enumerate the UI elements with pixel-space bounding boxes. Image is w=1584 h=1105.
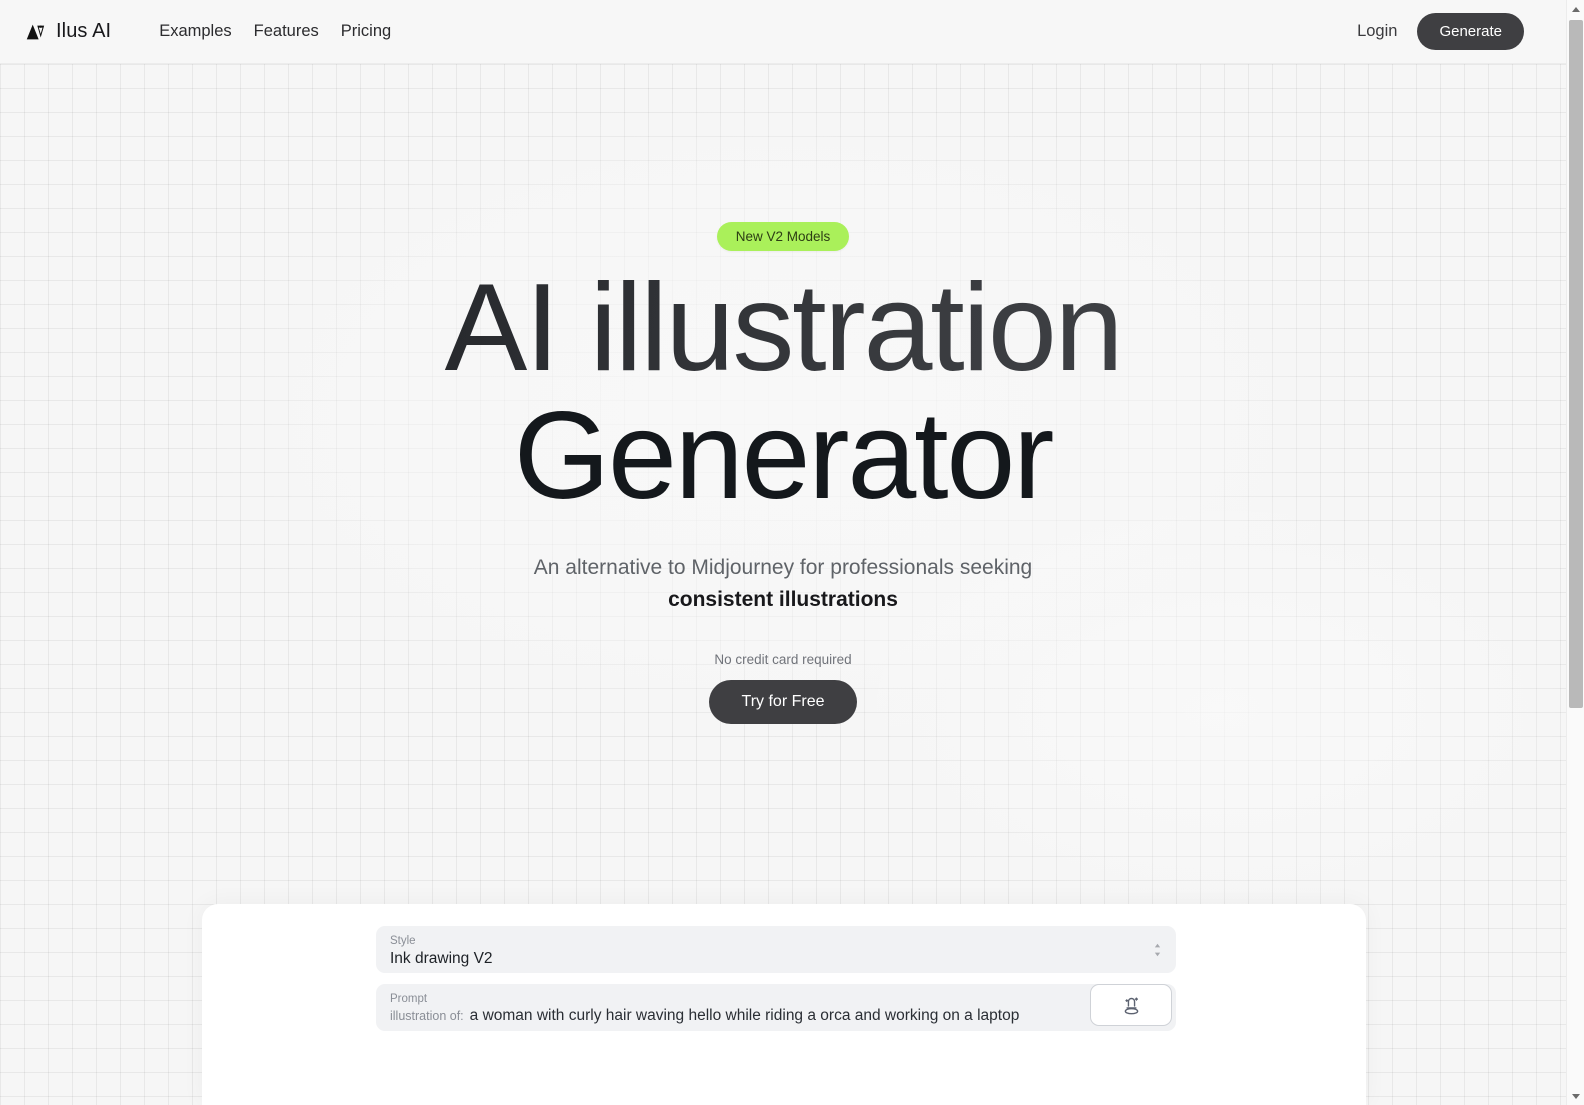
form-fields: Style Ink drawing V2 Prompt illustration… [376,926,1176,1031]
page-title: AI illustration Generator [0,264,1566,525]
subtitle-strong: consistent illustrations [668,588,898,612]
style-label: Style [390,935,416,947]
headline-line-1: AI illustration [0,264,1566,393]
generate-button[interactable]: Generate [1417,13,1524,50]
prompt-label: Prompt [390,993,428,1005]
ilus-ai-logo-icon [24,21,46,43]
prompt-prefix: illustration of: [390,1009,464,1024]
generate-magic-button[interactable] [1090,984,1172,1026]
badge-row: New V2 Models [0,222,1566,251]
hero-section: New V2 Models AI illustration Generator … [0,64,1566,725]
vertical-scrollbar[interactable] [1566,0,1584,1105]
try-for-free-button[interactable]: Try for Free [708,680,858,725]
new-models-badge[interactable]: New V2 Models [716,222,850,251]
no-credit-card-note: No credit card required [714,652,852,668]
chevron-up-down-icon[interactable] [1153,942,1162,958]
hero-subtitle: An alternative to Midjourney for profess… [0,554,1566,614]
scroll-up-arrow-icon[interactable] [1567,0,1584,18]
scrollbar-thumb[interactable] [1569,20,1583,708]
brand-logo[interactable]: Ilus AI [24,20,111,43]
navbar-actions: Login Generate [1357,13,1524,50]
subtitle-lead: An alternative to Midjourney for profess… [533,556,1033,580]
prompt-text[interactable]: a woman with curly hair waving hello whi… [470,1007,1020,1025]
brand-name: Ilus AI [56,20,112,42]
prompt-line: illustration of: a woman with curly hair… [390,1007,1162,1025]
nav-link-features[interactable]: Features [254,22,319,41]
nav-link-pricing[interactable]: Pricing [341,22,391,41]
style-value: Ink drawing V2 [390,950,493,968]
login-link[interactable]: Login [1357,22,1397,41]
navbar: Ilus AI Examples Features Pricing Login … [0,0,1566,64]
generator-form-card: Style Ink drawing V2 Prompt illustration… [202,904,1366,1105]
nav-link-examples[interactable]: Examples [159,22,231,41]
nav-links: Examples Features Pricing [159,22,391,41]
prompt-input[interactable]: Prompt illustration of: a woman with cur… [376,984,1176,1031]
headline-line-2: Generator [513,386,1055,525]
style-select[interactable]: Style Ink drawing V2 [376,926,1176,973]
scroll-down-arrow-icon[interactable] [1567,1087,1584,1105]
magic-hat-icon [1121,995,1142,1016]
page-root: Ilus AI Examples Features Pricing Login … [0,0,1584,1105]
